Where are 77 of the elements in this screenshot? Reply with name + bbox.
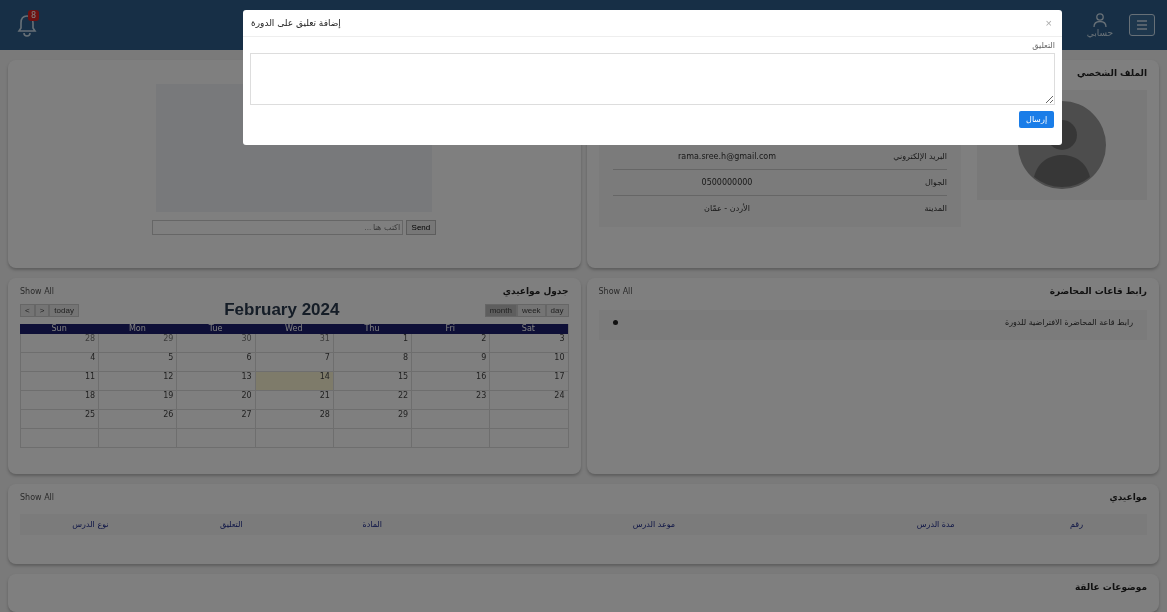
column-header: المادة (361, 520, 383, 529)
info-label: المدينة (923, 204, 947, 213)
user-icon[interactable] (1091, 12, 1108, 28)
info-value: rama.sree.h@gmail.com (677, 152, 777, 161)
notification-badge: 8 (28, 10, 40, 21)
day-cell: 13 (176, 372, 255, 391)
day-cell: 4 (20, 353, 99, 372)
day-cell: 25 (20, 410, 99, 429)
day-cell: 12 (98, 372, 177, 391)
account-label: حسابي (1086, 28, 1113, 38)
day-cell: 28 (20, 334, 99, 353)
day-cell: 24 (489, 391, 568, 410)
day-cell: 6 (176, 353, 255, 372)
weekday-header: Sat (489, 324, 568, 334)
message-field[interactable]: اكتب هنا ... (152, 220, 403, 235)
day-cell: 19 (98, 391, 177, 410)
weekday-header: Fri (411, 324, 490, 334)
day-cell: 9 (411, 353, 490, 372)
day-cell: 10 (489, 353, 568, 372)
info-label: الجوال (924, 178, 947, 187)
weekday-header: Tue (176, 324, 255, 334)
day-cell: 22 (332, 391, 412, 410)
day-cell: 23 (411, 391, 490, 410)
card-title: رابط قاعات المحاضرة (1049, 286, 1147, 296)
weekday-header: Mon (98, 324, 177, 334)
lecture-link[interactable]: رابط قاعة المحاضرة الافتراضية للدورة (1004, 318, 1133, 327)
column-header: نوع الدرس (71, 520, 110, 529)
bullet-icon (612, 320, 618, 325)
day-cell: 30 (176, 334, 255, 353)
day-cell: 29 (332, 410, 412, 429)
day-cell: 14 (254, 372, 333, 391)
day-cell: 17 (489, 372, 568, 391)
nav-button[interactable]: < (20, 303, 35, 317)
view-tab[interactable]: week (516, 303, 546, 317)
menu-button[interactable] (1129, 14, 1155, 36)
show-all-link[interactable]: Show All (598, 286, 633, 296)
day-cell: 2 (411, 334, 490, 353)
day-cell: 26 (98, 410, 177, 429)
day-cell: 3 (489, 334, 568, 353)
column-header: التعليق (218, 520, 244, 529)
info-value: الأردن - عمّان (703, 204, 751, 213)
day-cell: 16 (411, 372, 490, 391)
day-cell: 5 (98, 353, 177, 372)
day-cell: 31 (254, 334, 333, 353)
show-all-link[interactable]: Show All (20, 492, 55, 502)
day-cell: 18 (20, 391, 99, 410)
column-header: مدة الدرس (915, 520, 956, 529)
weekday-header: Sun (20, 324, 99, 334)
day-cell: 11 (20, 372, 99, 391)
card-title: موضوعات عالقة (1074, 582, 1147, 592)
day-cell: 28 (254, 410, 333, 429)
column-header: رقم (1069, 520, 1085, 529)
menu-icon (1136, 19, 1148, 31)
day-cell: 1 (332, 334, 412, 353)
submit-button[interactable]: إرسال (1019, 111, 1054, 128)
day-cell: 27 (176, 410, 255, 429)
show-all-link[interactable]: Show All (20, 286, 55, 296)
card-title: الملف الشخصي (1076, 68, 1147, 78)
column-header: موعد الدرس (631, 520, 677, 529)
send-button[interactable]: Send (405, 220, 437, 235)
comment-field[interactable] (250, 53, 1055, 105)
nav-button[interactable]: today (49, 303, 79, 317)
dialog-title: إضافة تعليق على الدورة (251, 18, 341, 28)
card-title: جدول مواعيدي (502, 286, 569, 296)
day-cell: 8 (332, 353, 412, 372)
day-cell: 21 (254, 391, 333, 410)
close-button[interactable]: × (1043, 17, 1054, 29)
weekday-header: Thu (332, 324, 412, 334)
day-cell: 29 (98, 334, 177, 353)
card-title: مواعيدي (1109, 492, 1147, 502)
info-value: 0500000000 (700, 178, 754, 187)
info-label: البريد الإلكتروني (892, 152, 947, 161)
field-label: التعليق (1032, 41, 1055, 50)
weekday-header: Wed (254, 324, 333, 334)
view-tab[interactable]: day (545, 303, 569, 317)
day-cell: 20 (176, 391, 255, 410)
month-title: February 2024 (224, 300, 340, 320)
